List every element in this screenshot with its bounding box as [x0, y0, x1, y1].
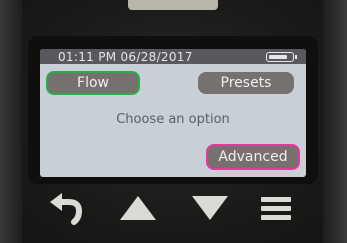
device-right-edge — [323, 0, 347, 243]
advanced-button[interactable]: Advanced — [206, 144, 300, 170]
up-button[interactable] — [118, 188, 158, 228]
battery-fill — [269, 55, 287, 59]
menu-icon — [256, 188, 296, 228]
device-top-clip — [128, 0, 218, 10]
back-arrow-icon — [50, 193, 83, 225]
device-left-edge — [0, 0, 22, 243]
down-button[interactable] — [190, 188, 230, 228]
up-triangle-icon — [120, 196, 156, 220]
battery-icon — [266, 52, 297, 62]
battery-tip — [295, 55, 297, 59]
menu-icon-bar — [261, 215, 291, 220]
menu-button[interactable] — [256, 188, 296, 228]
menu-icon-bar — [261, 206, 291, 211]
menu-icon-bar — [261, 197, 291, 202]
display-screen: 01:11 PM 06/28/2017 Flow Presets Choose … — [40, 49, 306, 177]
presets-button[interactable]: Presets — [198, 72, 294, 94]
down-triangle-icon — [192, 196, 228, 220]
back-button[interactable] — [46, 188, 86, 228]
device-body: 01:11 PM 06/28/2017 Flow Presets Choose … — [0, 0, 347, 243]
flow-button[interactable]: Flow — [46, 71, 140, 95]
status-bar: 01:11 PM 06/28/2017 — [40, 49, 306, 64]
datetime-label: 01:11 PM 06/28/2017 — [58, 50, 193, 64]
prompt-text: Choose an option — [116, 112, 230, 127]
